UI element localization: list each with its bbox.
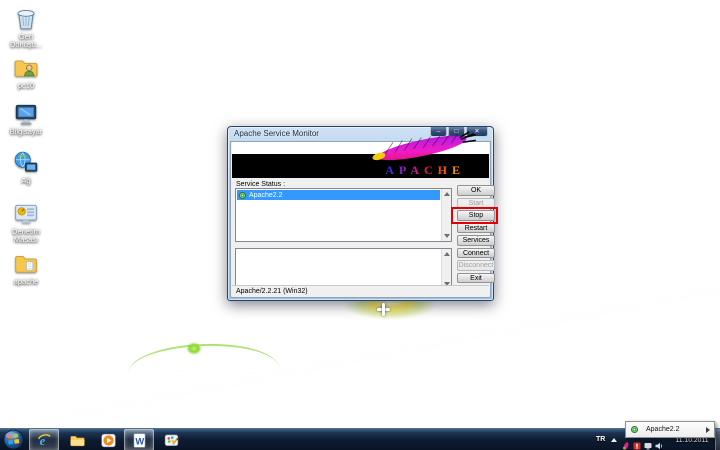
stop-highlight-annotation bbox=[451, 207, 498, 224]
taskbar-internet-explorer[interactable]: e bbox=[29, 429, 59, 450]
icon-label: pc10 bbox=[2, 82, 50, 90]
desktop-icon-pc10[interactable]: pc10 bbox=[2, 55, 50, 90]
apache-tray-popup: Apache2.2 bbox=[625, 421, 715, 438]
shared-folder-icon bbox=[13, 55, 39, 81]
network-globe-icon bbox=[13, 150, 39, 176]
scroll-up-icon[interactable] bbox=[444, 252, 450, 256]
exit-button[interactable]: Exit bbox=[457, 273, 495, 284]
apache-feather-icon bbox=[366, 131, 484, 163]
taskbar: e W bbox=[0, 428, 720, 450]
clock-date[interactable]: 11.10.2011 bbox=[668, 437, 716, 444]
restart-button[interactable]: Restart bbox=[457, 223, 495, 234]
disconnect-button: Disconnect bbox=[457, 260, 495, 271]
status-bar: Apache/2.2.21 (Win32) bbox=[232, 285, 489, 296]
submenu-arrow-icon bbox=[706, 427, 710, 433]
popup-menu-item[interactable]: Apache2.2 bbox=[646, 426, 679, 433]
service-running-icon bbox=[631, 426, 638, 433]
icon-label: Ağ bbox=[2, 177, 50, 185]
log-list[interactable] bbox=[235, 248, 452, 290]
desktop: GeriDönüşü... pc10 Bilgisayar Ağ Denetim… bbox=[0, 0, 720, 450]
connect-button[interactable]: Connect bbox=[457, 248, 495, 259]
wallpaper-sparkle bbox=[300, 390, 303, 393]
service-status-label: Service Status : bbox=[236, 181, 285, 188]
paint-icon bbox=[163, 432, 180, 449]
scrollbar[interactable] bbox=[441, 189, 451, 241]
svg-text:W: W bbox=[135, 436, 144, 446]
wallpaper-leaf bbox=[186, 342, 202, 355]
internet-explorer-icon: e bbox=[36, 432, 53, 449]
icon-label: GeriDönüşü... bbox=[2, 33, 50, 49]
mouse-cursor bbox=[377, 303, 390, 316]
word-icon: W bbox=[131, 432, 148, 449]
start-button[interactable] bbox=[3, 429, 24, 450]
taskbar-windows-explorer[interactable] bbox=[63, 429, 91, 450]
language-indicator[interactable]: TR bbox=[596, 436, 605, 443]
hidden-icons-icon[interactable] bbox=[611, 438, 617, 442]
window-title: Apache Service Monitor bbox=[234, 129, 319, 138]
apache-tray-icon[interactable] bbox=[622, 437, 630, 445]
scroll-up-icon[interactable] bbox=[444, 192, 450, 196]
window-client-area: APACHE bbox=[230, 141, 491, 298]
status-bar-text: Apache/2.2.21 (Win32) bbox=[236, 288, 308, 295]
icon-label: Bilgisayar bbox=[2, 128, 50, 136]
service-running-icon bbox=[239, 192, 246, 199]
desktop-icon-recycle-bin[interactable]: GeriDönüşü... bbox=[2, 6, 50, 49]
network-tray-icon[interactable] bbox=[644, 437, 652, 445]
apache-logo-word: APACHE bbox=[385, 164, 465, 176]
scroll-down-icon[interactable] bbox=[444, 234, 450, 238]
taskbar-paint[interactable] bbox=[157, 429, 185, 450]
icon-label: DenetimMasası bbox=[2, 228, 50, 244]
desktop-icon-control-panel[interactable]: DenetimMasası bbox=[2, 201, 50, 244]
wallpaper-sparkle bbox=[62, 332, 65, 335]
folder-icon bbox=[69, 432, 86, 449]
media-player-icon bbox=[100, 432, 117, 449]
taskbar-word[interactable]: W bbox=[124, 429, 154, 450]
scrollbar[interactable] bbox=[441, 249, 451, 289]
services-button[interactable]: Services bbox=[457, 235, 495, 246]
folder-icon bbox=[13, 251, 39, 277]
volume-tray-icon[interactable] bbox=[655, 437, 663, 445]
taskbar-media-player[interactable] bbox=[95, 429, 121, 450]
computer-icon bbox=[13, 101, 39, 127]
apache-service-monitor-window: Apache Service Monitor – □ ✕ APACHE bbox=[227, 126, 494, 301]
alert-tray-icon[interactable] bbox=[633, 437, 641, 445]
wallpaper-branch bbox=[128, 341, 279, 372]
service-list[interactable]: Apache2.2 bbox=[235, 188, 452, 242]
wallpaper-sparkle bbox=[108, 305, 111, 308]
desktop-icon-computer[interactable]: Bilgisayar bbox=[2, 101, 50, 136]
ok-button[interactable]: OK bbox=[457, 185, 495, 196]
icon-label: apache bbox=[2, 278, 50, 286]
control-panel-icon bbox=[13, 201, 39, 227]
wallpaper-sparkle bbox=[255, 362, 258, 365]
desktop-icon-network[interactable]: Ağ bbox=[2, 150, 50, 185]
desktop-icon-apache[interactable]: apache bbox=[2, 251, 50, 286]
recycle-bin-icon bbox=[13, 6, 39, 32]
service-list-item-apache22[interactable]: Apache2.2 bbox=[237, 190, 440, 200]
